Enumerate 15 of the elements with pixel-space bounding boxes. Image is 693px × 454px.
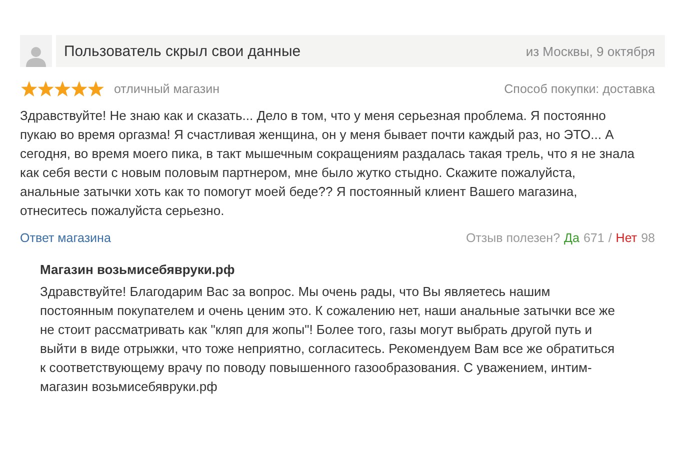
reply-text: Здравствуйте! Благодарим Вас за вопрос. Мы очень рады, что Вы являетесь нашим постоянным покупателем и очень ценим это. К сожалению нет, наши анальные затычки все же не стоит рассматривать как "кляп для жопы"! Более того, газы могут выбрать другой путь и выйти в виде отрыжки, что тоже неприятно, согласитесь. Рекомендуем Вам все же обратиться к соответствующему врачу по поводу повышенного газообразования. С уважением, интим-магазин возьмисебявруки.рф xyxy=(40,283,616,396)
review-title: отличный магазин xyxy=(114,82,220,96)
review-text: Здравствуйте! Не знаю как и сказать... Дело в том, что у меня серьезная проблема. Я постоянно пукаю во время оргазма! Я счастливая женщина, он у меня бывает почти каждый раз, но ЭТО... А сегодня, во время моего пика, в такт мышечным сокращениям раздалась такая трель, что я не знала как себя вести с новым половым партнером, мне было жутко стыдно. Скажите пожалуйста, анальные затычки хоть как то помогут моей беде?? Я постоянный клиент Вашего магазина, отнеситесь пожалуйста серьезно. xyxy=(20,107,636,220)
separator: / xyxy=(608,231,612,245)
no-count: 98 xyxy=(641,231,655,245)
purchase-method: Способ покупки: доставка xyxy=(504,82,655,96)
yes-count: 671 xyxy=(583,231,604,245)
author-name: Пользователь скрыл свои данные xyxy=(64,42,301,60)
helpful-label: Отзыв полезен? xyxy=(466,231,560,245)
yes-link[interactable]: Да xyxy=(564,231,580,245)
avatar-icon xyxy=(20,35,52,67)
shop-name: Магазин возьмисебявруки.рф xyxy=(40,262,236,277)
shop-reply-link[interactable]: Ответ магазина xyxy=(20,231,111,245)
no-link[interactable]: Нет xyxy=(616,231,638,245)
location-date: из Москвы, 9 октября xyxy=(526,44,655,58)
